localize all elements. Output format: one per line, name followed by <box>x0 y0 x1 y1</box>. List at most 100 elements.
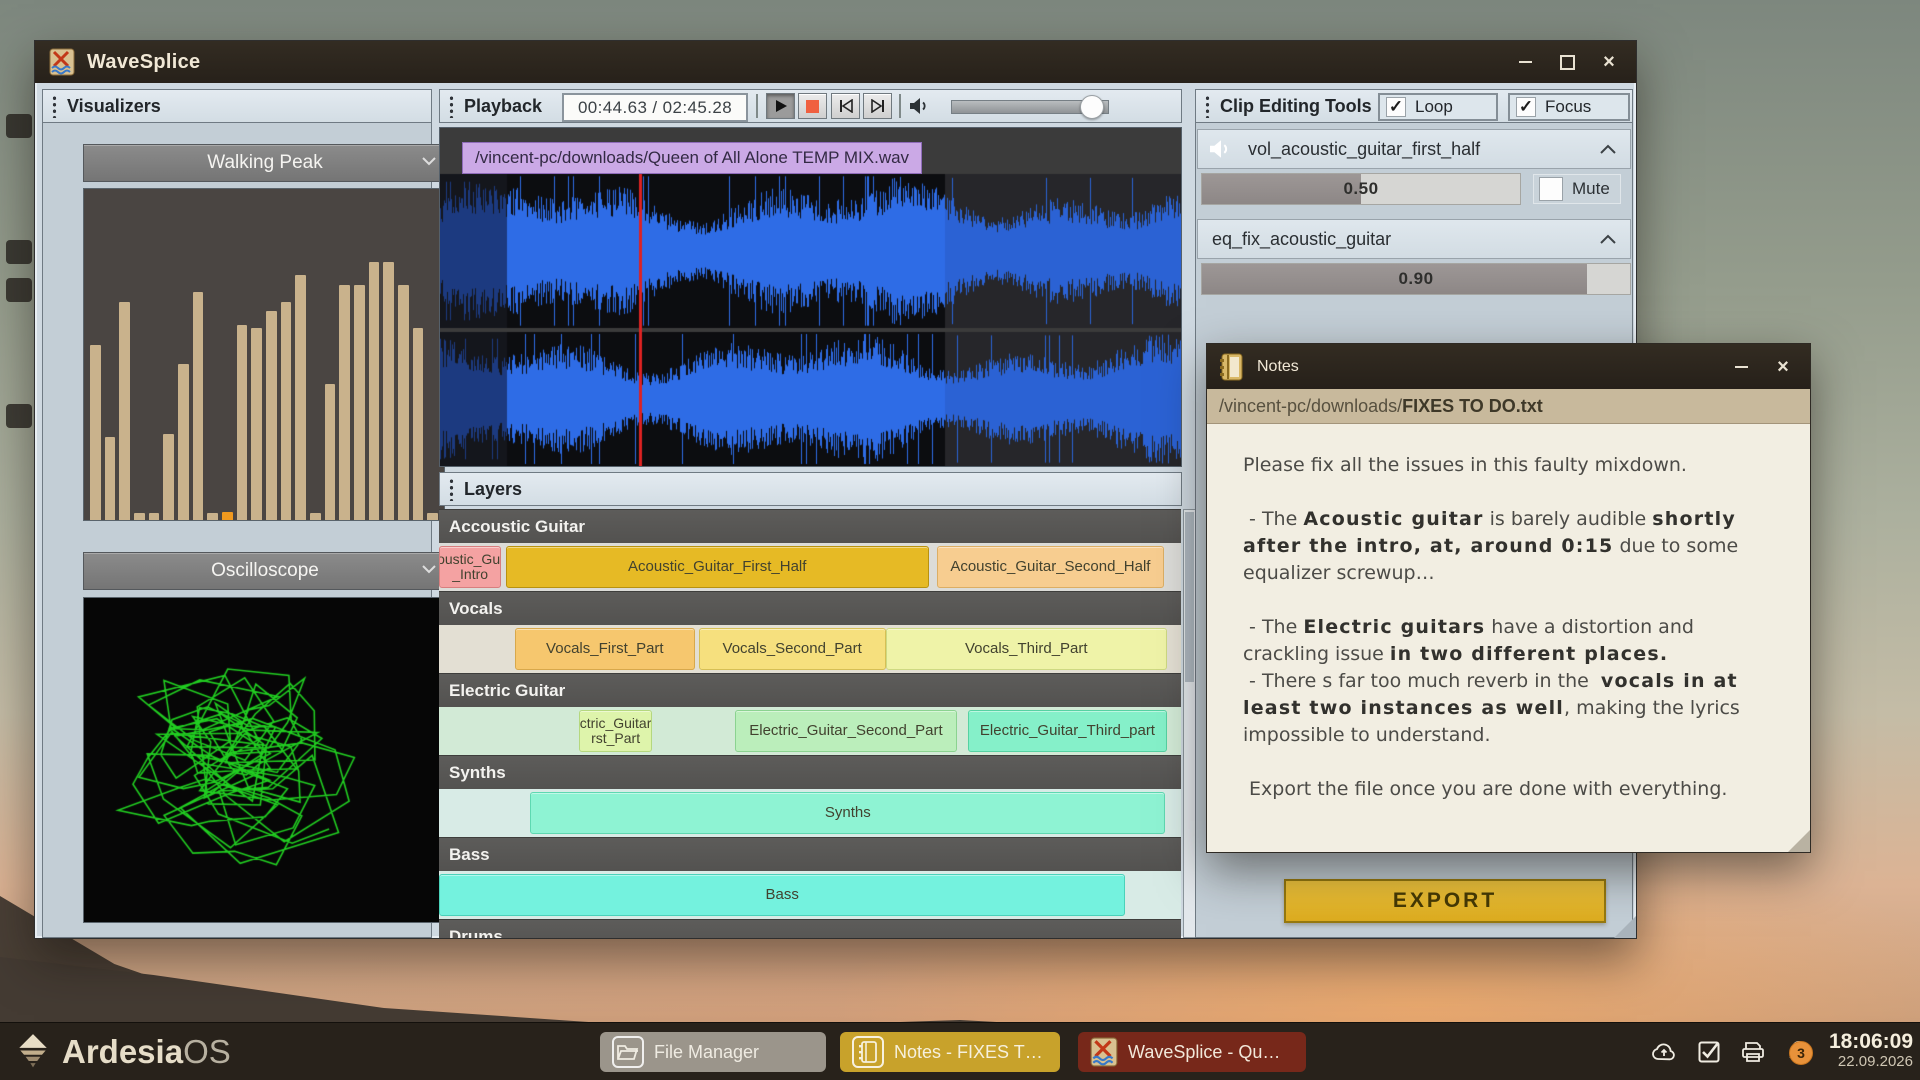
tool-slider[interactable]: 0.90 <box>1201 263 1631 295</box>
taskbar-clock[interactable]: 18:06:09 22.09.2026 <box>1829 1030 1913 1070</box>
loop-label: Loop <box>1415 97 1453 117</box>
note-paragraph: - The Electric guitars have a distortion… <box>1243 614 1782 749</box>
stop-button[interactable] <box>798 93 827 119</box>
audio-clip[interactable]: Electric_Guitar_Second_Part <box>735 710 957 752</box>
audio-clip[interactable]: Vocals_Second_Part <box>699 628 886 670</box>
track-row: Bass <box>439 871 1181 919</box>
note-paragraph: Export the file once you are done with e… <box>1243 776 1782 803</box>
os-name-light: OS <box>183 1033 231 1070</box>
clip-tools-header[interactable]: Clip Editing Tools ✓ Loop ✓ Focus <box>1195 89 1633 123</box>
mute-checkbox[interactable] <box>1539 177 1563 201</box>
track-row: oustic_Gui_IntroAcoustic_Guitar_First_Ha… <box>439 543 1181 591</box>
drag-handle-icon[interactable] <box>50 94 59 118</box>
skip-end-button[interactable] <box>863 93 892 119</box>
taskbar-button-label: Notes - FIXES T… <box>894 1042 1043 1063</box>
play-button[interactable] <box>766 93 795 119</box>
taskbar-wavesplice[interactable]: WaveSplice - Qu… <box>1078 1032 1306 1072</box>
audio-clip[interactable]: Acoustic_Guitar_Second_Half <box>937 546 1164 588</box>
peak-bar <box>207 513 218 520</box>
notes-close-button[interactable]: × <box>1774 358 1792 376</box>
peak-bar <box>383 262 394 520</box>
desktop-icon[interactable] <box>6 278 32 302</box>
loop-toggle[interactable]: ✓ Loop <box>1378 93 1498 121</box>
peak-bar <box>222 512 233 520</box>
audio-clip[interactable]: Electric_Guitar_Third_part <box>968 710 1167 752</box>
tool-section-header[interactable]: eq_fix_acoustic_guitar <box>1197 219 1631 259</box>
tool-section-name: eq_fix_acoustic_guitar <box>1212 229 1391 250</box>
drag-handle-icon[interactable] <box>447 477 456 501</box>
export-button[interactable]: EXPORT <box>1284 879 1606 923</box>
desktop-icon[interactable] <box>6 404 32 428</box>
waveform-panel: /vincent-pc/downloads/Queen of All Alone… <box>439 127 1182 467</box>
tool-slider[interactable]: 0.50 <box>1201 173 1521 205</box>
scrollbar-thumb[interactable] <box>1185 512 1194 682</box>
desktop-icon[interactable] <box>6 240 32 264</box>
focus-label: Focus <box>1545 97 1591 117</box>
oscilloscope-label: Oscilloscope <box>211 560 319 582</box>
tool-section-header[interactable]: vol_acoustic_guitar_first_half <box>1197 129 1631 169</box>
peak-bar <box>178 364 189 520</box>
peak-bar <box>339 285 350 520</box>
track-header: Synths <box>439 755 1181 789</box>
taskbar-button-label: WaveSplice - Qu… <box>1128 1042 1280 1063</box>
notes-minimize-button[interactable] <box>1732 358 1750 376</box>
peak-bar <box>354 285 365 520</box>
track-row: ctric_Guitarrst_Part Electric_Guitar_Seco… <box>439 707 1181 755</box>
play-icon <box>774 99 788 113</box>
walking-peak-visualizer <box>83 188 445 521</box>
walking-peak-label: Walking Peak <box>207 152 322 174</box>
clock-date: 22.09.2026 <box>1829 1053 1913 1070</box>
chevron-down-icon <box>422 565 436 574</box>
focus-toggle[interactable]: ✓ Focus <box>1508 93 1630 121</box>
tasks-check-icon[interactable] <box>1698 1041 1720 1063</box>
taskbar-notes[interactable]: Notes - FIXES T… <box>840 1032 1060 1072</box>
peak-bar <box>310 513 321 520</box>
peak-bar <box>193 292 204 520</box>
playback-controls: 00:44.63 / 02:45.28 <box>439 89 1182 123</box>
audio-clip[interactable]: Vocals_First_Part <box>515 628 695 670</box>
minimize-button[interactable] <box>1516 53 1534 71</box>
focus-checkbox[interactable]: ✓ <box>1516 97 1536 117</box>
waveform-canvas[interactable] <box>440 128 1181 466</box>
mute-toggle[interactable]: Mute <box>1533 174 1621 204</box>
printer-icon[interactable] <box>1741 1041 1765 1063</box>
loop-checkbox[interactable]: ✓ <box>1386 97 1406 117</box>
audio-clip[interactable]: oustic_Gui_Intro <box>439 546 501 588</box>
notification-badge: 3 <box>1789 1041 1813 1065</box>
notes-resize-grip[interactable] <box>1788 830 1810 852</box>
desktop-icon[interactable] <box>6 114 32 138</box>
visualizers-title: Visualizers <box>67 96 161 117</box>
tool-section-name: vol_acoustic_guitar_first_half <box>1248 139 1480 160</box>
peak-bar <box>369 262 380 520</box>
visualizers-header[interactable]: Visualizers <box>42 89 432 123</box>
audio-clip[interactable]: Synths <box>530 792 1165 834</box>
taskbar-file-manager[interactable]: File Manager <box>600 1032 826 1072</box>
skip-start-button[interactable] <box>831 93 860 119</box>
speaker-icon[interactable] <box>909 96 931 116</box>
os-logo[interactable]: ArdesiaOS <box>14 1032 231 1070</box>
cloud-sync-icon[interactable] <box>1651 1042 1677 1062</box>
maximize-button[interactable] <box>1558 53 1576 71</box>
audio-clip[interactable]: Acoustic_Guitar_First_Half <box>506 546 929 588</box>
close-button[interactable]: × <box>1600 53 1618 71</box>
audio-clip[interactable]: Vocals_Third_Part <box>886 628 1167 670</box>
walking-peak-dropdown[interactable]: Walking Peak <box>83 144 447 182</box>
peak-bar <box>295 275 306 520</box>
notifications-bell-icon[interactable]: 3 <box>1786 1039 1812 1065</box>
audio-clip[interactable]: Bass <box>439 874 1125 916</box>
notes-titlebar[interactable]: Notes × <box>1207 344 1810 389</box>
notes-body[interactable]: Please fix all the issues in this faulty… <box>1207 424 1810 852</box>
window-resize-grip[interactable] <box>1614 916 1636 938</box>
drag-handle-icon[interactable] <box>1203 94 1212 118</box>
peak-bar <box>251 328 262 520</box>
layers-header[interactable]: Layers <box>439 472 1182 506</box>
speaker-icon <box>1208 138 1234 160</box>
peak-bar <box>427 513 438 520</box>
peak-bar <box>398 285 409 520</box>
slider-value: 0.50 <box>1202 174 1520 204</box>
oscilloscope-dropdown[interactable]: Oscilloscope <box>83 552 447 590</box>
wavesplice-titlebar[interactable]: WaveSplice × <box>35 41 1636 83</box>
audio-clip[interactable]: ctric_Guitarrst_Part <box>579 710 652 752</box>
peak-bar <box>325 384 336 520</box>
volume-knob[interactable] <box>1080 95 1104 119</box>
